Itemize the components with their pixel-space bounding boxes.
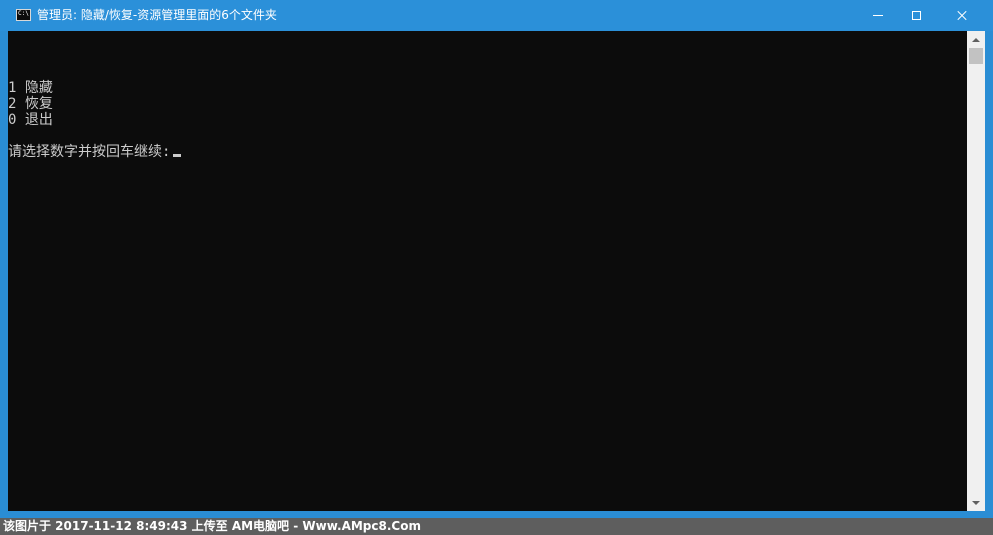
chevron-down-icon [972, 500, 980, 505]
menu-option-exit: 0 退出 [8, 112, 53, 128]
maximize-icon [911, 11, 921, 20]
minimize-icon [873, 15, 883, 16]
window-title: 管理员: 隐藏/恢复-资源管理里面的6个文件夹 [37, 8, 277, 22]
scroll-down-button[interactable] [967, 494, 985, 511]
watermark-caption: 该图片于 2017-11-12 8:49:43 上传至 AM电脑吧 - Www.… [0, 518, 993, 535]
console-window: C:\ 管理员: 隐藏/恢复-资源管理里面的6个文件夹 1 隐藏 2 恢复 0 … [0, 0, 993, 518]
scroll-up-button[interactable] [967, 31, 985, 48]
console-icon[interactable]: C:\ [16, 9, 31, 21]
input-prompt: 请选择数字并按回车继续: [8, 144, 171, 160]
chevron-up-icon [972, 37, 980, 42]
menu-option-hide: 1 隐藏 [8, 80, 53, 96]
vertical-scrollbar[interactable] [967, 31, 985, 511]
menu-option-restore: 2 恢复 [8, 96, 53, 112]
input-prompt-line[interactable]: 请选择数字并按回车继续: [8, 144, 182, 160]
title-bar[interactable]: C:\ 管理员: 隐藏/恢复-资源管理里面的6个文件夹 [0, 0, 993, 31]
maximize-button[interactable] [893, 0, 939, 31]
scroll-thumb[interactable] [969, 48, 983, 64]
close-icon [956, 10, 968, 22]
console-output[interactable]: 1 隐藏 2 恢复 0 退出 请选择数字并按回车继续: [8, 31, 967, 511]
text-cursor [173, 154, 182, 157]
close-button[interactable] [939, 0, 985, 31]
